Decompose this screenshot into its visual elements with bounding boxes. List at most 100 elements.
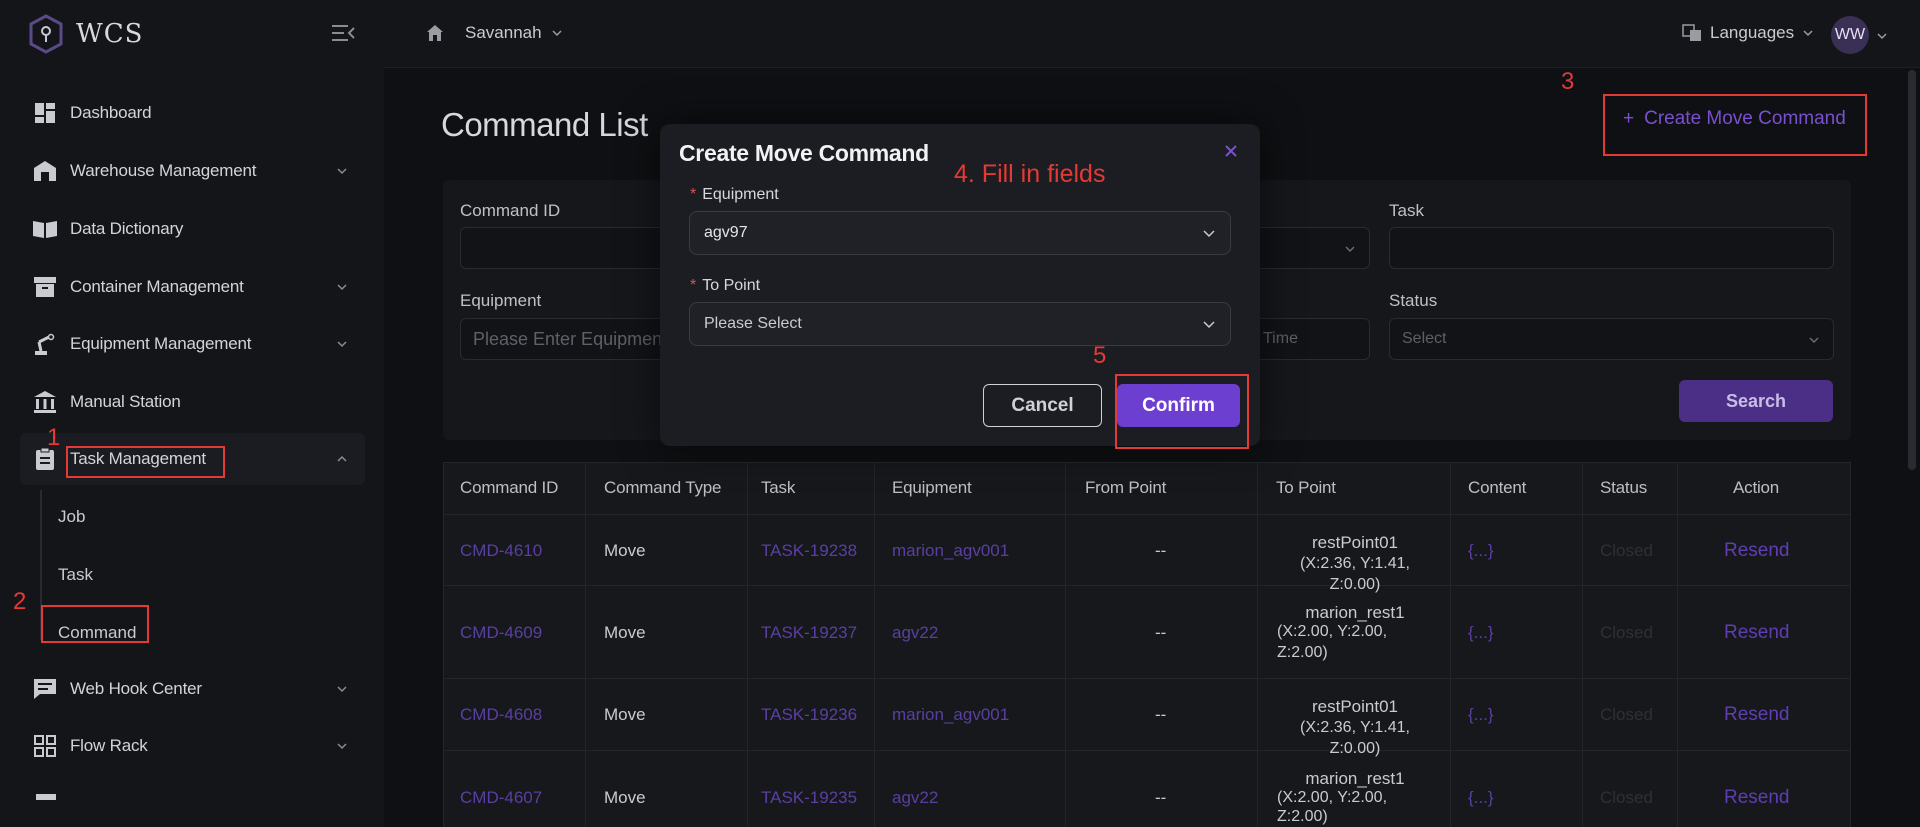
status-badge: Closed xyxy=(1600,623,1653,642)
content-link[interactable]: {...} xyxy=(1468,788,1494,808)
sidebar-item-data-dictionary[interactable]: Data Dictionary xyxy=(20,203,365,255)
status-badge: Closed xyxy=(1600,705,1653,724)
to-point-name: restPoint01 xyxy=(1312,697,1398,716)
annotation-box-2 xyxy=(41,605,149,643)
resend-button[interactable]: Resend xyxy=(1724,622,1790,644)
equipment-link[interactable]: marion_agv001 xyxy=(892,541,1009,561)
to-point-coords: (X:2.36, Y:1.41, Z:0.00) xyxy=(1299,719,1410,757)
task-link[interactable]: TASK-19238 xyxy=(761,541,857,561)
chevron-down-icon xyxy=(1803,30,1813,37)
annotation-number-5: 5 xyxy=(1093,342,1107,369)
content-link[interactable]: {...} xyxy=(1468,623,1494,643)
sidebar-item-dashboard[interactable]: Dashboard xyxy=(20,87,365,139)
task-link[interactable]: TASK-19235 xyxy=(761,788,857,808)
header-task: Task xyxy=(761,478,796,497)
archive-icon xyxy=(32,274,58,300)
sidebar-item-label: Flow Rack xyxy=(70,736,148,755)
header-to-point: To Point xyxy=(1276,478,1336,497)
sidebar-item-manual-station[interactable]: Manual Station xyxy=(20,376,365,428)
status-select[interactable]: Select xyxy=(1389,318,1834,360)
resend-button[interactable]: Resend xyxy=(1724,704,1790,726)
header-command-id: Command ID xyxy=(460,478,559,497)
command-id-link[interactable]: CMD-4607 xyxy=(460,788,542,808)
to-point-coords: (X:2.00, Y:2.00, xyxy=(1277,623,1388,640)
cancel-button[interactable]: Cancel xyxy=(983,384,1102,427)
to-point-field-label: * To Point xyxy=(690,277,761,294)
resend-button[interactable]: Resend xyxy=(1724,787,1790,809)
equipment-link[interactable]: agv22 xyxy=(892,788,938,808)
message-icon xyxy=(32,676,58,702)
content-link[interactable]: {...} xyxy=(1468,541,1494,561)
equipment-link[interactable]: agv22 xyxy=(892,623,938,643)
command-id-input[interactable] xyxy=(460,227,680,269)
sidebar-item-label: Container Management xyxy=(70,277,244,296)
task-label: Task xyxy=(1389,201,1424,220)
search-button[interactable]: Search xyxy=(1679,380,1833,422)
to-point-coords-2: Z:2.00) xyxy=(1277,808,1328,825)
resend-button[interactable]: Resend xyxy=(1724,540,1790,562)
command-id-link[interactable]: CMD-4610 xyxy=(460,541,542,561)
type-select[interactable] xyxy=(1250,227,1370,269)
app-name: WCS xyxy=(76,19,144,49)
status-label: Status xyxy=(1389,291,1438,310)
avatar[interactable]: WW xyxy=(1831,16,1869,54)
chevron-down-icon xyxy=(337,341,347,348)
command-id-link[interactable]: CMD-4608 xyxy=(460,705,542,725)
to-point-coords: (X:2.36, Y:1.41, Z:0.00) xyxy=(1299,555,1410,593)
sidebar-item-label: Warehouse Management xyxy=(70,161,257,180)
sidebar-item-label: Dashboard xyxy=(70,103,152,122)
to-point-coords: (X:2.00, Y:2.00, xyxy=(1277,789,1388,806)
equipment-link[interactable]: marion_agv001 xyxy=(892,705,1009,725)
command-id-label: Command ID xyxy=(460,201,561,220)
sidebar-item-web-hook-center[interactable]: Web Hook Center xyxy=(20,663,365,715)
scrollbar[interactable] xyxy=(1908,70,1916,470)
task-link[interactable]: TASK-19237 xyxy=(761,623,857,643)
task-input[interactable] xyxy=(1389,227,1834,269)
chevron-down-icon xyxy=(1203,321,1215,329)
sidebar-item-container-management[interactable]: Container Management xyxy=(20,261,365,313)
chevron-down-icon[interactable] xyxy=(1876,30,1888,42)
warehouse-icon xyxy=(32,158,58,184)
warehouse-selector[interactable]: Savannah xyxy=(465,23,564,43)
robot-arm-icon xyxy=(32,331,58,357)
to-point-coords-2: Z:2.00) xyxy=(1277,644,1328,661)
command-table xyxy=(443,462,1851,827)
time-input[interactable]: Time xyxy=(1250,318,1370,360)
dashboard-icon xyxy=(32,100,58,126)
from-point: -- xyxy=(1155,623,1167,642)
header-status: Status xyxy=(1600,478,1647,497)
header-from-point: From Point xyxy=(1085,478,1167,497)
command-id-link[interactable]: CMD-4609 xyxy=(460,623,542,643)
translate-icon xyxy=(1682,24,1701,41)
equipment-label: Equipment xyxy=(460,291,542,310)
annotation-box-5 xyxy=(1115,374,1249,449)
command-type: Move xyxy=(604,623,646,642)
sidebar-subitem-task[interactable]: Task xyxy=(58,565,93,585)
home-icon[interactable] xyxy=(426,24,444,42)
annotation-step-4: 4. Fill in fields xyxy=(954,160,1106,188)
chevron-down-icon xyxy=(337,743,347,750)
annotation-box-3 xyxy=(1603,94,1867,156)
languages-menu[interactable]: Languages xyxy=(1682,23,1814,43)
page-title: Command List xyxy=(441,106,648,143)
sidebar-item-equipment-management[interactable]: Equipment Management xyxy=(20,318,365,370)
chevron-down-icon xyxy=(1809,337,1819,344)
sidebar-subitem-job[interactable]: Job xyxy=(58,507,85,527)
annotation-number-1: 1 xyxy=(47,424,61,451)
content-link[interactable]: {...} xyxy=(1468,705,1494,725)
close-icon[interactable] xyxy=(1222,142,1240,160)
equipment-input[interactable]: Please Enter Equipment xyxy=(460,318,680,360)
sidebar-item-warehouse-management[interactable]: Warehouse Management xyxy=(20,145,365,197)
sidebar-item-label: Manual Station xyxy=(70,392,181,411)
header-action: Action xyxy=(1733,478,1780,497)
chevron-down-icon xyxy=(552,30,562,37)
command-type: Move xyxy=(604,541,646,560)
to-point-name: marion_rest1 xyxy=(1305,603,1405,622)
equipment-select[interactable]: agv97 xyxy=(689,211,1231,255)
collapse-menu-icon[interactable] xyxy=(330,22,356,44)
equipment-field-label: * Equipment xyxy=(690,186,779,203)
sidebar-item-flow-rack[interactable]: Flow Rack xyxy=(20,720,365,772)
task-link[interactable]: TASK-19236 xyxy=(761,705,857,725)
logo[interactable]: WCS xyxy=(28,14,143,54)
to-point-select[interactable]: Please Select xyxy=(689,302,1231,346)
